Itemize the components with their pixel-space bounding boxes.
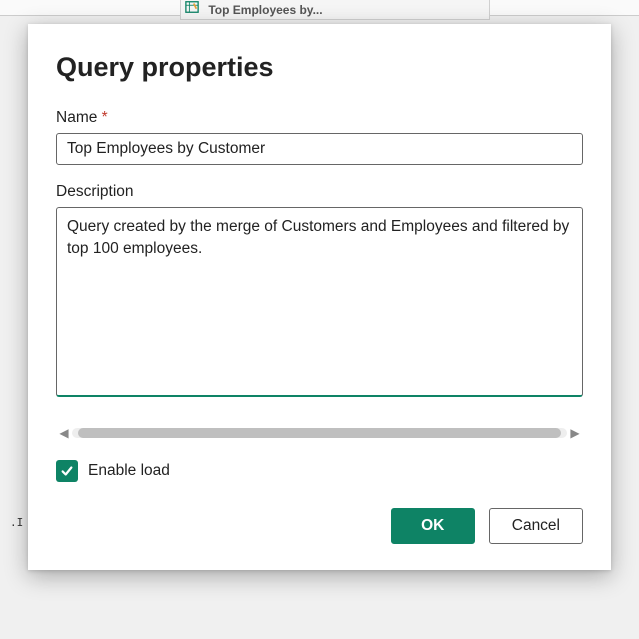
query-properties-dialog: Query properties Name * Description ◀ ▶ … <box>28 24 611 570</box>
ok-button[interactable]: OK <box>391 508 475 544</box>
cancel-button[interactable]: Cancel <box>489 508 583 544</box>
enable-load-checkbox[interactable] <box>56 460 78 482</box>
scroll-left-icon[interactable]: ◀ <box>56 426 72 440</box>
name-label-text: Name <box>56 109 97 126</box>
horizontal-scrollbar[interactable]: ◀ ▶ <box>56 424 583 442</box>
dialog-title: Query properties <box>56 52 583 83</box>
query-tab-chip: Top Employees by... <box>180 0 490 20</box>
query-icon <box>185 0 199 19</box>
name-input[interactable] <box>56 133 583 165</box>
required-marker: * <box>102 109 108 126</box>
description-label: Description <box>56 183 583 201</box>
scrollbar-thumb[interactable] <box>78 428 561 438</box>
enable-load-label: Enable load <box>88 462 170 480</box>
description-textarea[interactable] <box>56 207 583 397</box>
name-label: Name * <box>56 109 583 127</box>
background-stray-text: .I <box>10 516 23 529</box>
query-tab-label: Top Employees by... <box>208 3 322 17</box>
scroll-right-icon[interactable]: ▶ <box>567 426 583 440</box>
check-icon <box>60 464 74 478</box>
scrollbar-track[interactable] <box>72 428 567 438</box>
